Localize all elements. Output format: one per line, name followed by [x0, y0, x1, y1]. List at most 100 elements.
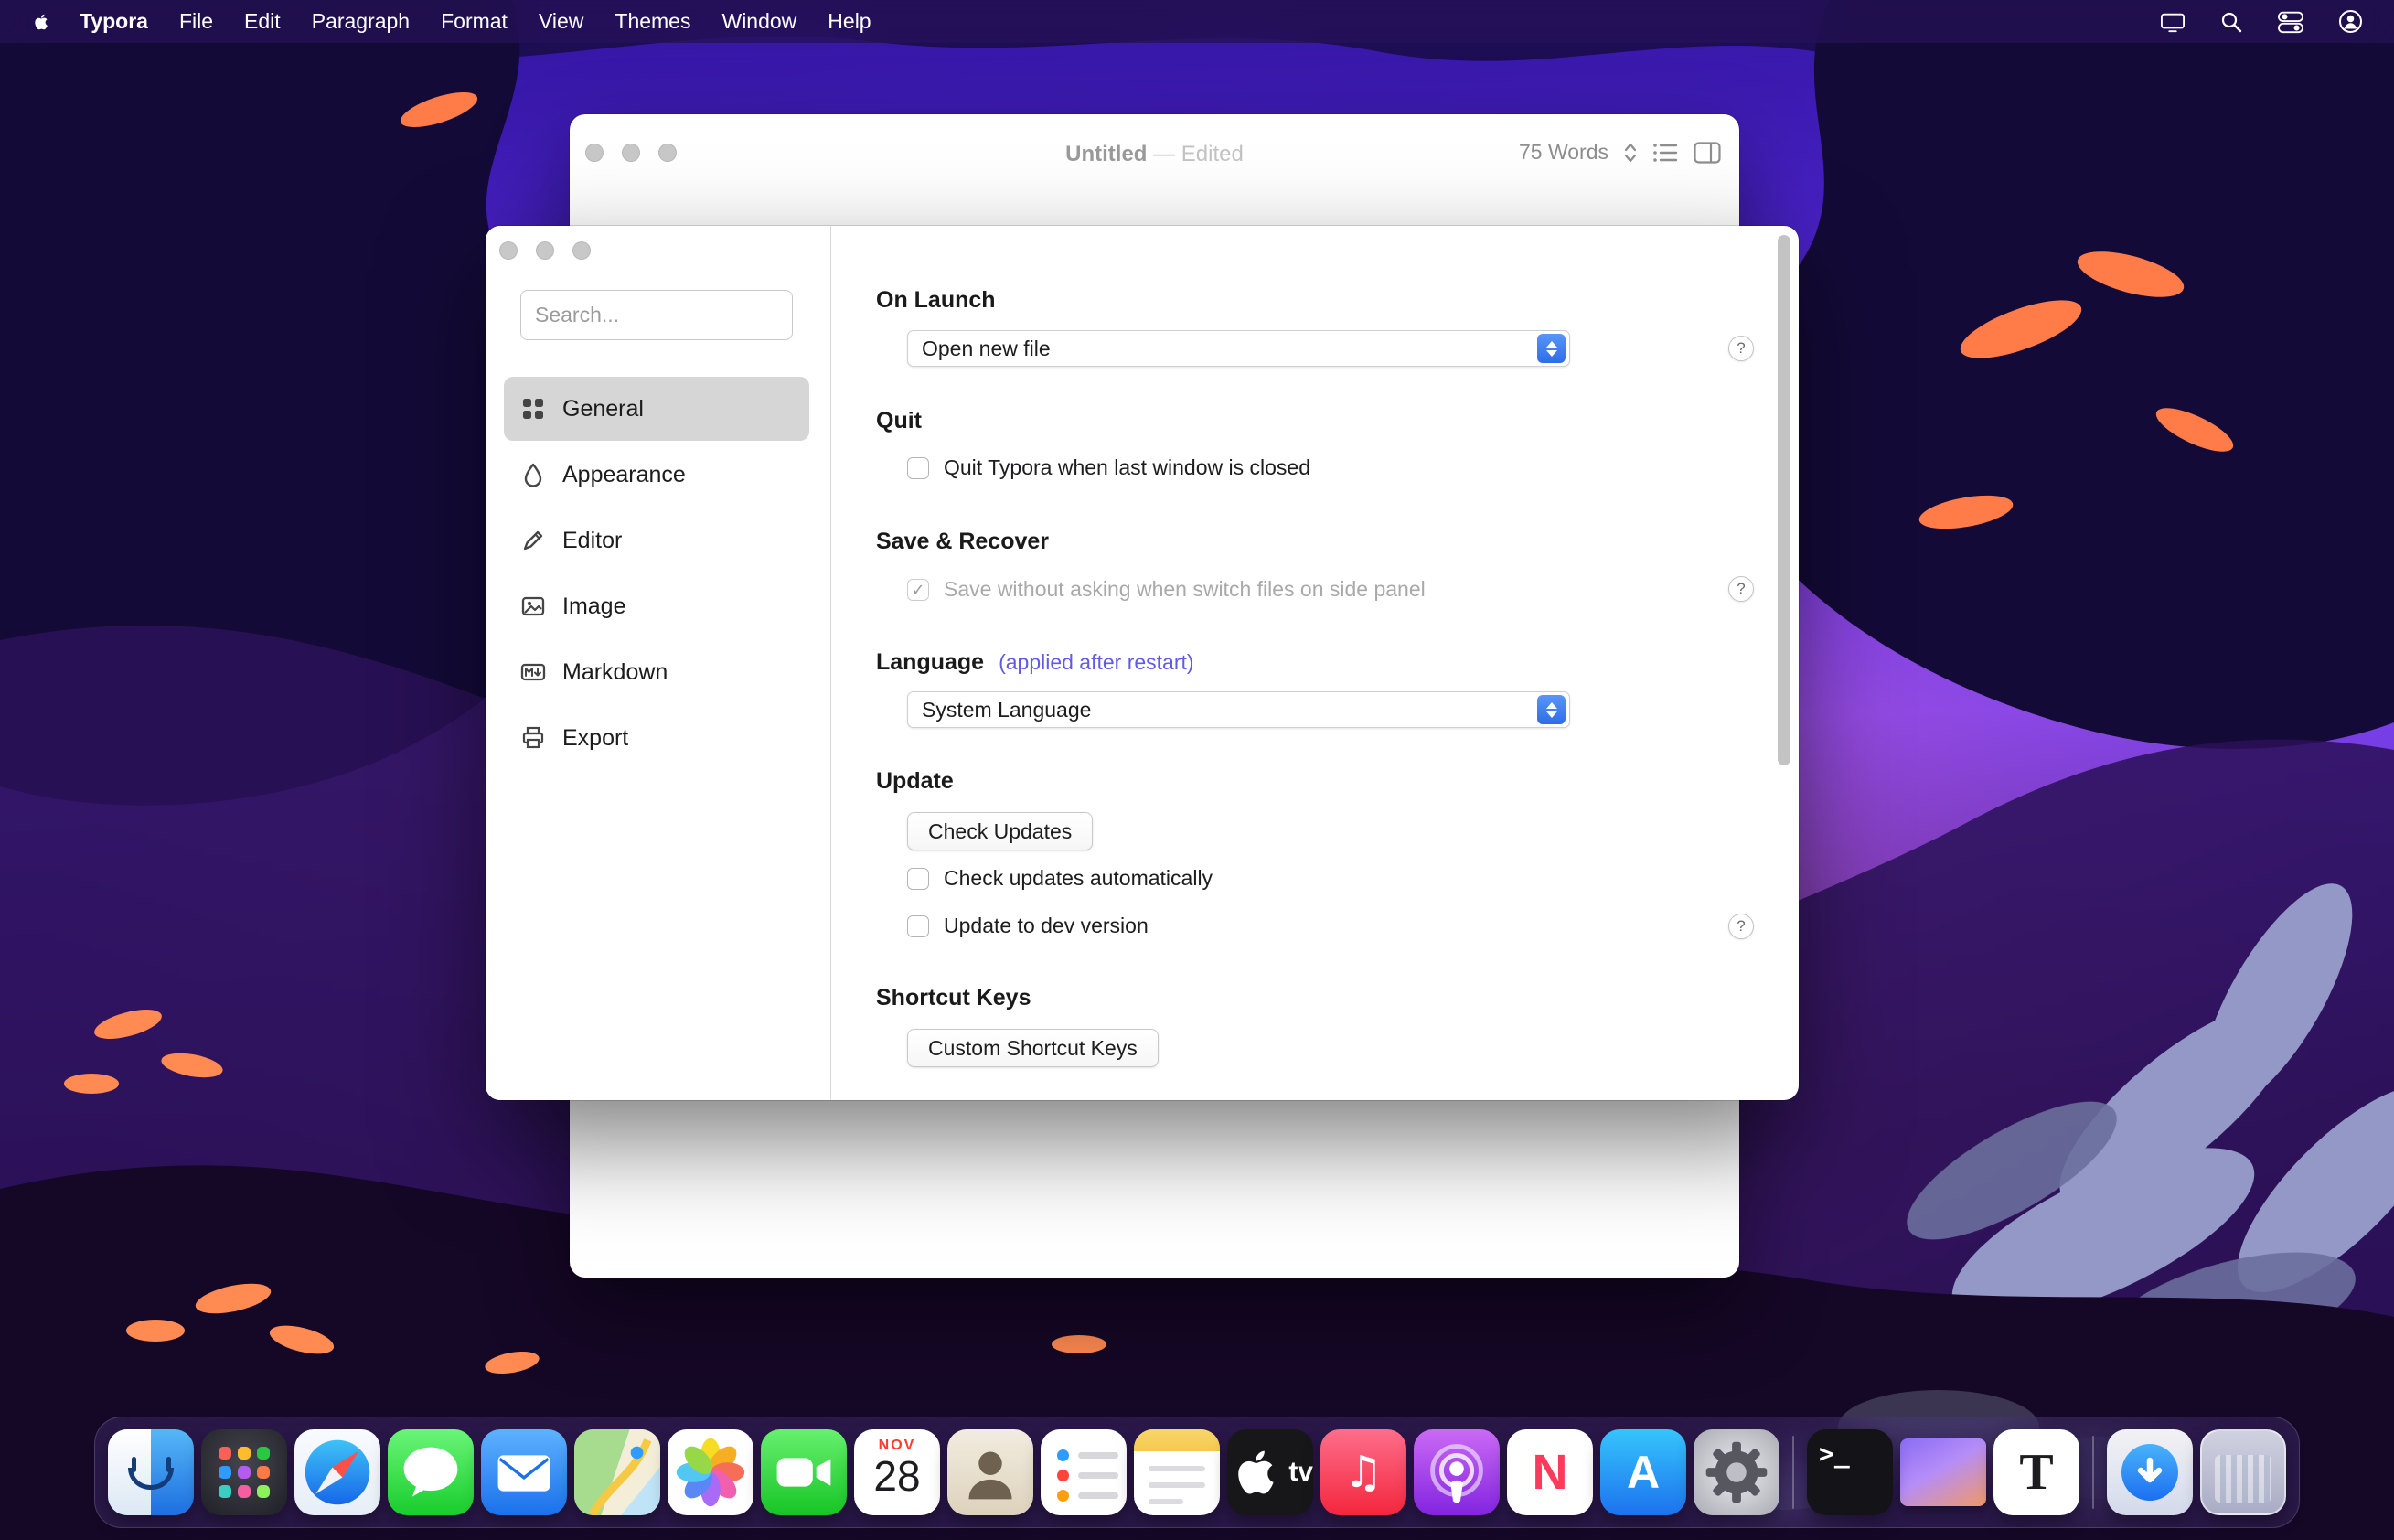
dev-version-checkbox-row: Update to dev version — [907, 914, 1149, 938]
on-launch-select[interactable]: Open new file — [907, 330, 1570, 367]
sidebar-list: General Appearance Editor Image Markdown — [504, 377, 809, 770]
zoom-button[interactable] — [572, 241, 591, 260]
dock-item-photos[interactable] — [668, 1429, 753, 1515]
menu-format[interactable]: Format — [425, 0, 523, 43]
custom-shortcut-keys-button[interactable]: Custom Shortcut Keys — [907, 1029, 1159, 1067]
language-heading: Language(applied after restart) — [876, 649, 1194, 676]
sidebar-item-label: Appearance — [562, 462, 686, 488]
gear-icon — [1694, 1429, 1779, 1515]
save-checkbox[interactable]: ✓ — [907, 579, 929, 601]
scrollbar[interactable] — [1778, 235, 1790, 765]
check-updates-button[interactable]: Check Updates — [907, 812, 1093, 850]
control-center-icon[interactable] — [2276, 9, 2305, 35]
sidebar-toggle-icon[interactable] — [1694, 142, 1721, 164]
menu-window[interactable]: Window — [706, 0, 812, 43]
dev-version-help-button[interactable]: ? — [1728, 914, 1754, 939]
dock-item-news[interactable]: N — [1507, 1429, 1593, 1515]
dock-item-launchpad[interactable] — [201, 1429, 287, 1515]
on-launch-help-button[interactable]: ? — [1728, 336, 1754, 361]
sidebar-item-label: Markdown — [562, 659, 668, 686]
sidebar-item-label: Image — [562, 594, 625, 620]
menu-status-area — [2159, 9, 2376, 35]
dock-item-appstore[interactable]: A — [1600, 1429, 1686, 1515]
droplet-icon — [519, 461, 547, 488]
terminal-prompt: >_ — [1819, 1438, 1850, 1469]
dock-item-terminal[interactable]: >_ — [1807, 1429, 1893, 1515]
grid-icon — [519, 395, 547, 422]
notes-header — [1134, 1429, 1220, 1451]
dev-version-checkbox[interactable] — [907, 915, 929, 937]
dock-item-reminders[interactable] — [1041, 1429, 1127, 1515]
menu-app-name[interactable]: Typora — [64, 0, 164, 43]
dock-item-downloads[interactable] — [2107, 1429, 2193, 1515]
launchpad-grid — [219, 1447, 270, 1498]
close-button[interactable] — [499, 241, 518, 260]
typora-logo: T — [2019, 1443, 2053, 1502]
apple-menu[interactable] — [18, 10, 64, 34]
word-count: 75 Words — [1519, 140, 1608, 165]
save-help-button[interactable]: ? — [1728, 576, 1754, 602]
menu-bar: Typora File Edit Paragraph Format View T… — [0, 0, 2394, 43]
language-heading-text: Language — [876, 649, 984, 675]
dock-item-appletv[interactable]: tv — [1227, 1429, 1313, 1515]
dock-item-music[interactable]: ♫ — [1320, 1429, 1406, 1515]
dock-item-podcasts[interactable] — [1414, 1429, 1500, 1515]
auto-update-checkbox[interactable] — [907, 868, 929, 890]
quit-checkbox-row: Quit Typora when last window is closed — [907, 455, 1310, 480]
dock-item-contacts[interactable] — [947, 1429, 1033, 1515]
sidebar-item-appearance[interactable]: Appearance — [504, 443, 809, 507]
dock-separator — [1792, 1436, 1794, 1509]
reminder-row — [1057, 1490, 1118, 1502]
menu-paragraph[interactable]: Paragraph — [296, 0, 425, 43]
dock-item-facetime[interactable] — [761, 1429, 847, 1515]
desktop: Typora File Edit Paragraph Format View T… — [0, 0, 2394, 1540]
menu-edit[interactable]: Edit — [229, 0, 296, 43]
language-select-value: System Language — [922, 698, 1091, 722]
minimize-button[interactable] — [536, 241, 554, 260]
dock-item-system-preferences[interactable] — [1694, 1429, 1779, 1515]
preferences-window: General Appearance Editor Image Markdown — [486, 226, 1799, 1100]
dock-item-window-preview[interactable] — [1900, 1438, 1986, 1506]
dock-item-trash[interactable] — [2200, 1429, 2286, 1515]
select-stepper-icon — [1537, 334, 1566, 363]
sidebar-item-label: Export — [562, 725, 628, 752]
search-input[interactable] — [520, 290, 793, 340]
dock-item-safari[interactable] — [294, 1429, 380, 1515]
dock-item-notes[interactable] — [1134, 1429, 1220, 1515]
reminder-row — [1057, 1449, 1118, 1461]
apple-logo-icon — [1227, 1429, 1284, 1515]
news-logo: N — [1533, 1444, 1568, 1501]
menu-themes[interactable]: Themes — [599, 0, 706, 43]
title-separator: — — [1153, 142, 1175, 166]
display-icon[interactable] — [2159, 10, 2186, 34]
dock-item-maps[interactable] — [574, 1429, 660, 1515]
save-checkbox-label: Save without asking when switch files on… — [944, 577, 1426, 602]
notes-line — [1149, 1499, 1183, 1504]
word-count-stepper-icon[interactable] — [1624, 142, 1637, 164]
sidebar-item-general[interactable]: General — [504, 377, 809, 441]
edited-badge: Edited — [1181, 142, 1244, 166]
dock-item-calendar[interactable]: NOV 28 — [854, 1429, 940, 1515]
sidebar-item-editor[interactable]: Editor — [504, 508, 809, 572]
dock-item-typora[interactable]: T — [1993, 1429, 2079, 1515]
user-account-icon[interactable] — [2338, 9, 2363, 34]
notes-line — [1149, 1482, 1205, 1488]
dock-item-messages[interactable] — [388, 1429, 474, 1515]
dock-item-mail[interactable] — [481, 1429, 567, 1515]
update-heading: Update — [876, 768, 954, 795]
calendar-day: 28 — [854, 1451, 940, 1501]
printer-icon — [519, 724, 547, 752]
sidebar-item-export[interactable]: Export — [504, 706, 809, 770]
sidebar-item-image[interactable]: Image — [504, 574, 809, 638]
sidebar-item-markdown[interactable]: Markdown — [504, 640, 809, 704]
on-launch-select-value: Open new file — [922, 337, 1051, 361]
menu-help[interactable]: Help — [812, 0, 886, 43]
dock-separator — [2092, 1436, 2094, 1509]
language-select[interactable]: System Language — [907, 691, 1570, 728]
search-icon[interactable] — [2219, 10, 2243, 34]
dock-item-finder[interactable] — [108, 1429, 194, 1515]
menu-view[interactable]: View — [523, 0, 599, 43]
outline-list-icon[interactable] — [1652, 142, 1678, 164]
quit-checkbox[interactable] — [907, 457, 929, 479]
menu-file[interactable]: File — [164, 0, 229, 43]
